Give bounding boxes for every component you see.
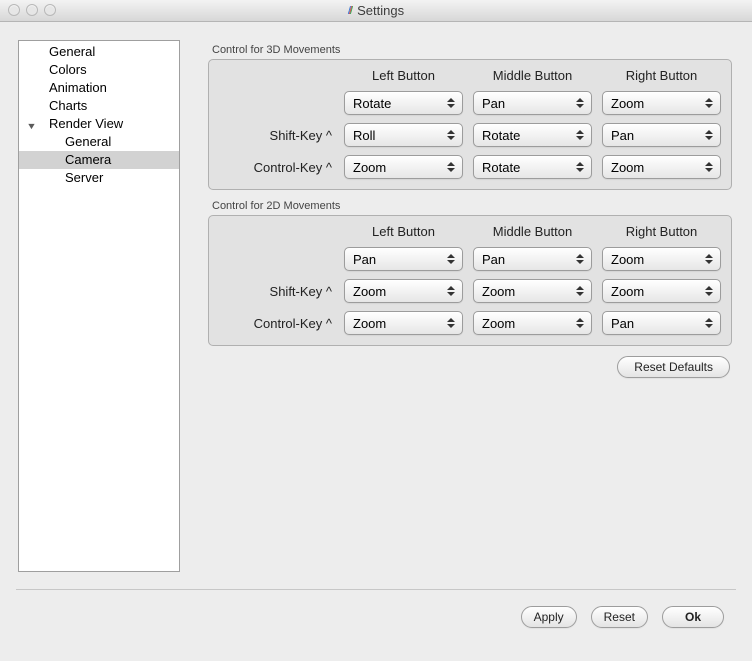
updown-icon xyxy=(701,314,717,332)
select-3d-control-middle[interactable]: Rotate xyxy=(473,155,592,179)
dialog-footer: Apply Reset Ok xyxy=(0,590,752,644)
close-icon[interactable] xyxy=(8,4,20,16)
sidebar-item-rv-general[interactable]: General xyxy=(19,133,179,151)
group-2d-movements: Left Button Middle Button Right Button P… xyxy=(208,215,732,346)
col-right-2d: Right Button xyxy=(602,224,721,239)
app-logo-icon: /// xyxy=(348,5,351,17)
updown-icon xyxy=(572,282,588,300)
apply-button[interactable]: Apply xyxy=(521,606,577,628)
window-controls xyxy=(8,4,56,16)
select-2d-shift-right[interactable]: Zoom xyxy=(602,279,721,303)
col-middle-2d: Middle Button xyxy=(473,224,592,239)
row-shift-3d: Shift-Key ^ xyxy=(219,128,334,143)
select-3d-shift-middle[interactable]: Rotate xyxy=(473,123,592,147)
row-control-2d: Control-Key ^ xyxy=(219,316,334,331)
updown-icon xyxy=(443,250,459,268)
row-shift-2d: Shift-Key ^ xyxy=(219,284,334,299)
updown-icon xyxy=(572,126,588,144)
select-2d-control-left[interactable]: Zoom xyxy=(344,311,463,335)
row-control-3d: Control-Key ^ xyxy=(219,160,334,175)
updown-icon xyxy=(701,94,717,112)
updown-icon xyxy=(443,282,459,300)
disclosure-triangle-icon[interactable]: ▼ xyxy=(26,118,37,134)
sidebar-item-rv-server[interactable]: Server xyxy=(19,169,179,187)
updown-icon xyxy=(443,314,459,332)
updown-icon xyxy=(443,94,459,112)
col-left-3d: Left Button xyxy=(344,68,463,83)
window-title: Settings xyxy=(357,3,404,18)
select-2d-control-middle[interactable]: Zoom xyxy=(473,311,592,335)
zoom-icon[interactable] xyxy=(44,4,56,16)
reset-button[interactable]: Reset xyxy=(591,606,648,628)
minimize-icon[interactable] xyxy=(26,4,38,16)
select-3d-shift-right[interactable]: Pan xyxy=(602,123,721,147)
sidebar-item-rv-camera[interactable]: Camera xyxy=(19,151,179,169)
select-2d-shift-middle[interactable]: Zoom xyxy=(473,279,592,303)
updown-icon xyxy=(701,282,717,300)
updown-icon xyxy=(572,250,588,268)
group-title-3d: Control for 3D Movements xyxy=(212,44,732,56)
sidebar-item-general[interactable]: General xyxy=(19,43,179,61)
sidebar-item-render-view[interactable]: ▼ Render View xyxy=(19,115,179,133)
titlebar: /// Settings xyxy=(0,0,752,22)
col-right-3d: Right Button xyxy=(602,68,721,83)
updown-icon xyxy=(572,158,588,176)
updown-icon xyxy=(572,94,588,112)
updown-icon xyxy=(701,250,717,268)
reset-defaults-button[interactable]: Reset Defaults xyxy=(617,356,730,378)
col-left-2d: Left Button xyxy=(344,224,463,239)
settings-sidebar: General Colors Animation Charts ▼ Render… xyxy=(18,40,180,572)
sidebar-item-charts[interactable]: Charts xyxy=(19,97,179,115)
select-2d-shift-left[interactable]: Zoom xyxy=(344,279,463,303)
select-3d-none-right[interactable]: Zoom xyxy=(602,91,721,115)
select-3d-control-left[interactable]: Zoom xyxy=(344,155,463,179)
group-3d-movements: Left Button Middle Button Right Button R… xyxy=(208,59,732,190)
updown-icon xyxy=(701,158,717,176)
sidebar-item-colors[interactable]: Colors xyxy=(19,61,179,79)
updown-icon xyxy=(443,158,459,176)
updown-icon xyxy=(443,126,459,144)
select-2d-none-middle[interactable]: Pan xyxy=(473,247,592,271)
select-3d-none-left[interactable]: Rotate xyxy=(344,91,463,115)
select-3d-control-right[interactable]: Zoom xyxy=(602,155,721,179)
select-2d-none-left[interactable]: Pan xyxy=(344,247,463,271)
select-2d-none-right[interactable]: Zoom xyxy=(602,247,721,271)
col-middle-3d: Middle Button xyxy=(473,68,592,83)
updown-icon xyxy=(701,126,717,144)
sidebar-item-animation[interactable]: Animation xyxy=(19,79,179,97)
ok-button[interactable]: Ok xyxy=(662,606,724,628)
group-title-2d: Control for 2D Movements xyxy=(212,200,732,212)
updown-icon xyxy=(572,314,588,332)
select-3d-none-middle[interactable]: Pan xyxy=(473,91,592,115)
select-2d-control-right[interactable]: Pan xyxy=(602,311,721,335)
select-3d-shift-left[interactable]: Roll xyxy=(344,123,463,147)
